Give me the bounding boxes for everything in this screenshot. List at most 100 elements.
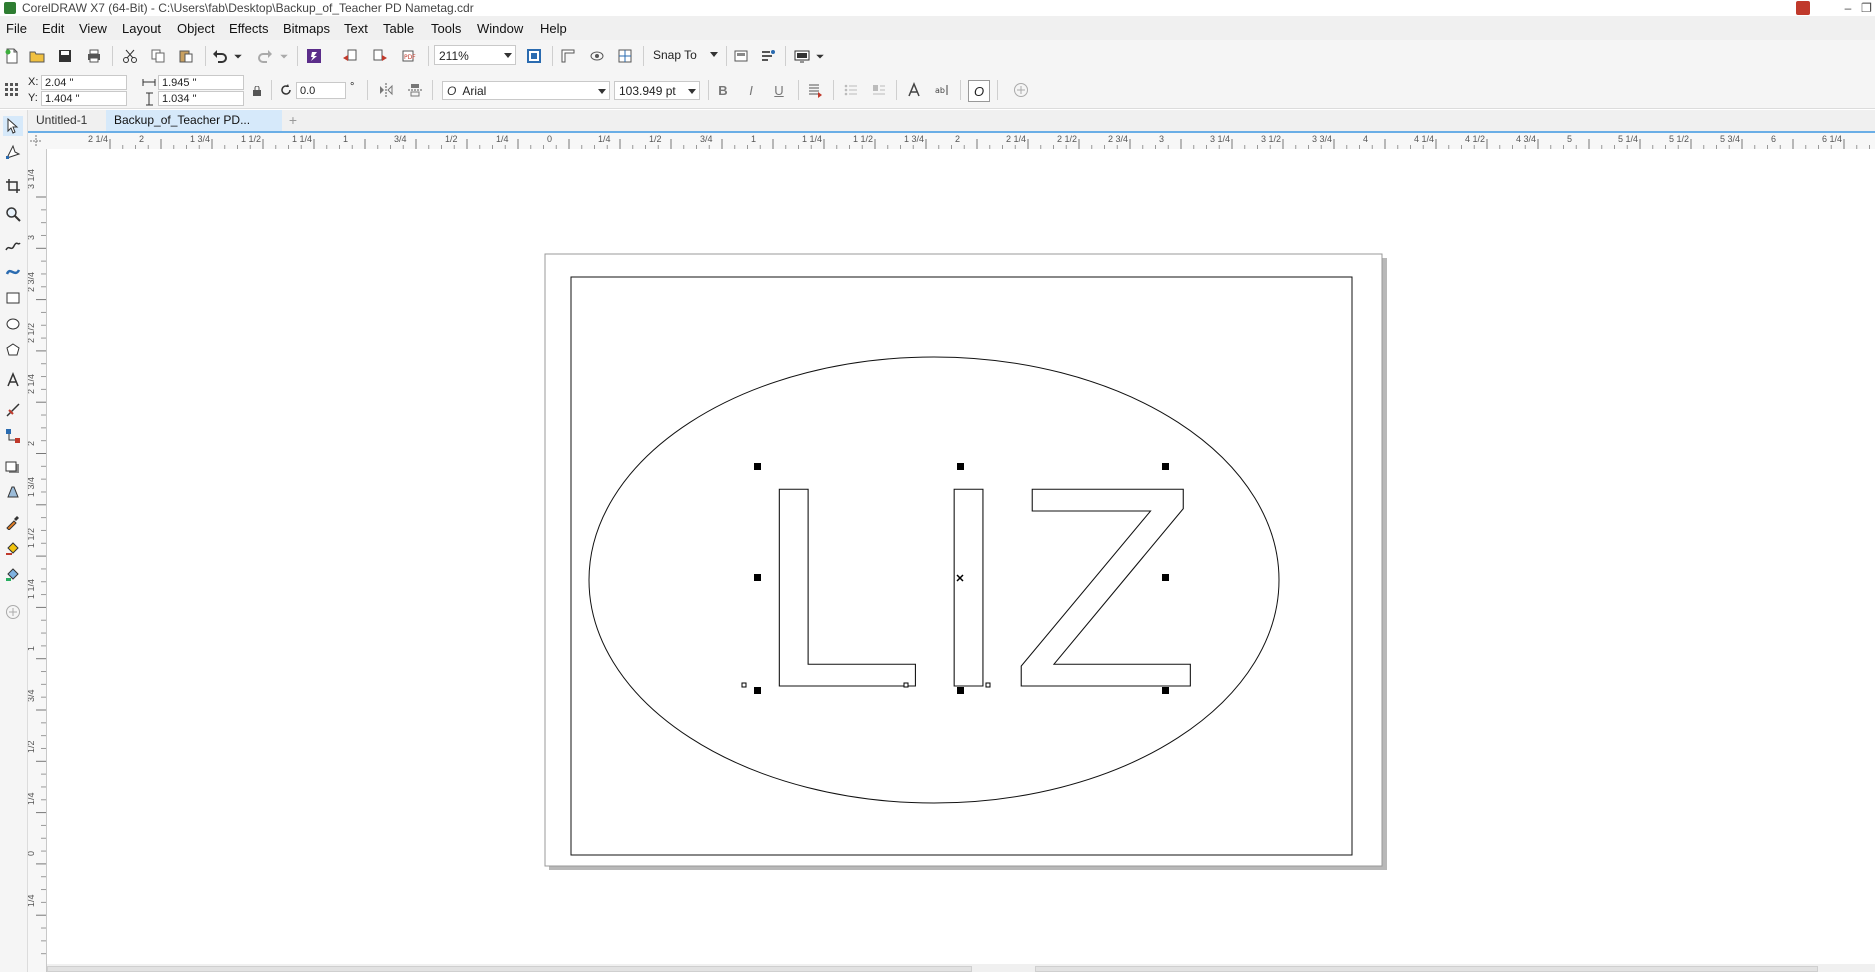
text-tool-icon[interactable] [3,370,23,390]
vertical-ruler[interactable]: 3 1/4 3 2 3/4 2 1/2 2 1/4 2 1 3/4 1 1/2 1 1/4 1 3/… [28,149,47,972]
drop-cap-icon[interactable] [869,80,889,100]
new-document-icon[interactable] [2,46,22,66]
full-screen-icon[interactable] [524,46,544,66]
mirror-vertical-icon[interactable] [405,80,425,100]
rotation-angle-field[interactable]: 0.0 [296,82,346,99]
y-position-field[interactable]: 1.404 " [41,91,127,106]
name-text-object[interactable]: LIZ [754,427,1201,748]
interactive-fill-tool-icon[interactable] [3,538,23,558]
quick-customize-icon[interactable] [3,602,23,622]
ruler-label: 1 1/4 [28,579,36,599]
menu-view[interactable]: View [79,21,107,36]
redo-icon[interactable] [255,46,275,66]
connector-tool-icon[interactable] [3,426,23,446]
ellipse-tool-icon[interactable] [3,314,23,334]
underline-button[interactable]: U [769,80,789,100]
menu-object[interactable]: Object [177,21,215,36]
height-icon [144,92,155,106]
add-control-icon[interactable] [1011,80,1031,100]
interactive-opentype-button[interactable]: O [968,80,990,102]
zoom-level-combo[interactable]: 211% [434,45,516,65]
publish-pdf-icon[interactable]: PDF [398,46,418,66]
menu-window[interactable]: Window [477,21,523,36]
shape-tool-icon[interactable] [3,142,23,162]
menu-text[interactable]: Text [344,21,368,36]
print-icon[interactable] [84,46,104,66]
width-icon [142,77,156,88]
horizontal-scrollbar-right[interactable] [1035,966,1818,972]
menu-tools[interactable]: Tools [431,21,461,36]
parallel-dimension-tool-icon[interactable] [3,400,23,420]
italic-button[interactable]: I [741,80,761,100]
artistic-media-tool-icon[interactable] [3,262,23,282]
show-grid-icon[interactable] [587,46,607,66]
freehand-tool-icon[interactable] [3,236,23,256]
x-position-field[interactable]: 2.04 " [41,75,127,90]
object-height-field[interactable]: 1.034 " [158,91,244,106]
menu-table[interactable]: Table [383,21,414,36]
lock-ratio-icon[interactable] [252,85,262,96]
bullet-list-icon[interactable] [841,80,861,100]
text-alignment-icon[interactable] [805,80,825,100]
text-properties-icon[interactable] [904,80,924,100]
search-content-icon[interactable] [304,46,324,66]
drawing-canvas[interactable]: LIZ [47,149,1875,972]
menu-effects[interactable]: Effects [229,21,269,36]
pick-tool-icon[interactable] [3,116,23,136]
drop-shadow-tool-icon[interactable] [3,458,23,478]
ruler-label: 1 [28,646,36,651]
application-launcher-dropdown-icon[interactable] [815,46,825,66]
ruler-label: 5 3/4 [1720,134,1741,144]
new-tab-icon[interactable]: + [286,113,300,127]
undo-dropdown-icon[interactable] [233,46,243,66]
copy-icon[interactable] [148,46,168,66]
user-profile-icon[interactable] [1796,1,1810,15]
menu-help[interactable]: Help [540,21,567,36]
ruler-label: 2 1/4 [88,134,109,144]
ruler-label: 1/2 [28,740,36,754]
ruler-label: 1/2 [649,134,662,144]
zoom-tool-icon[interactable] [3,204,23,224]
ruler-label: 3 1/4 [28,168,36,189]
open-icon[interactable] [27,46,47,66]
font-size-combo[interactable]: 103.949 pt [614,81,700,100]
menu-file[interactable]: File [6,21,27,36]
ruler-label: 1 [343,134,349,144]
export-icon[interactable] [370,46,390,66]
ruler-label: 2 3/4 [1108,134,1129,144]
tab-backup-of-teacher-pd[interactable]: Backup_of_Teacher PD... [106,110,282,131]
zoom-level-value: 211% [439,49,469,63]
object-origin-icon[interactable] [4,82,20,98]
welcome-icon[interactable] [731,46,751,66]
options-icon[interactable] [758,46,778,66]
crop-tool-icon[interactable] [3,176,23,196]
edit-text-icon[interactable]: ab [932,80,952,100]
snap-to-dropdown[interactable]: Snap To [649,45,721,65]
polygon-tool-icon[interactable] [3,340,23,360]
horizontal-scrollbar-left[interactable] [47,966,972,972]
font-list-combo[interactable]: O Arial [442,81,610,100]
save-icon[interactable] [55,46,75,66]
cut-icon[interactable] [120,46,140,66]
mirror-horizontal-icon[interactable] [376,80,396,100]
rectangle-tool-icon[interactable] [3,288,23,308]
bold-button[interactable]: B [713,80,733,100]
restore-button[interactable]: ❐ [1858,0,1875,16]
transparency-tool-icon[interactable] [3,482,23,502]
horizontal-ruler[interactable]: 2 1/4 2 1 3/4 1 1/2 1 1/4 1 3/4 1/2 1/4 0 1/4 1/2 3/… [28,133,1875,150]
paste-icon[interactable] [176,46,196,66]
ruler-label: 4 [1363,134,1369,144]
undo-icon[interactable] [210,46,230,66]
color-eyedropper-tool-icon[interactable] [3,512,23,532]
application-launcher-icon[interactable] [792,46,812,66]
smart-fill-tool-icon[interactable] [3,564,23,584]
show-guidelines-icon[interactable] [615,46,635,66]
menu-edit[interactable]: Edit [42,21,64,36]
object-width-field[interactable]: 1.945 " [158,75,244,90]
menu-layout[interactable]: Layout [122,21,161,36]
tab-untitled-1[interactable]: Untitled-1 [28,110,105,131]
menu-bitmaps[interactable]: Bitmaps [283,21,330,36]
show-rulers-icon[interactable] [558,46,578,66]
redo-dropdown-icon[interactable] [279,46,289,66]
import-icon[interactable] [340,46,360,66]
